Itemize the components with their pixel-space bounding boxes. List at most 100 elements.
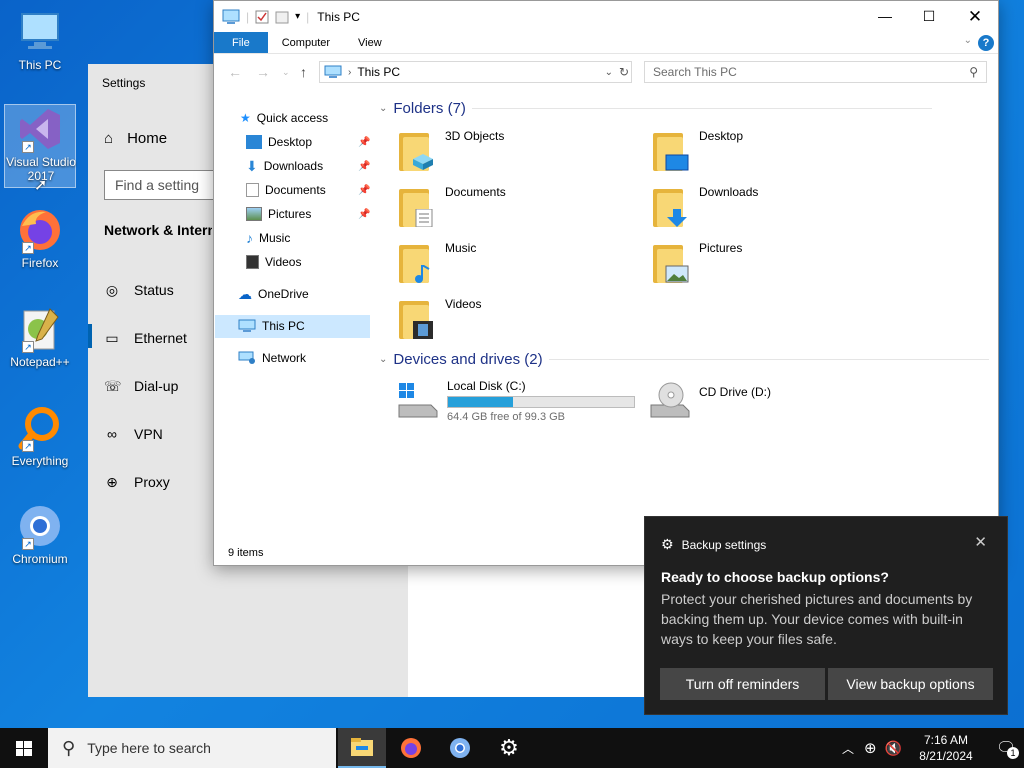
cloud-icon: ☁: [238, 285, 252, 302]
start-button[interactable]: [0, 728, 48, 768]
settings-item-vpn[interactable]: ∞ VPN: [104, 426, 163, 442]
maximize-button[interactable]: ☐: [906, 1, 952, 32]
status-bar-item-count: 9 items: [228, 547, 264, 559]
turn-off-reminders-button[interactable]: Turn off reminders: [660, 668, 825, 700]
group-header-drives[interactable]: ⌄ Devices and drives (2): [379, 351, 989, 368]
nav-item-onedrive[interactable]: ☁ OneDrive: [238, 283, 309, 305]
folder-label: Downloads: [699, 185, 759, 199]
folder-tile-music[interactable]: Music: [397, 241, 476, 285]
back-arrow-icon[interactable]: ←: [228, 64, 242, 80]
videos-folder-icon: [397, 297, 437, 341]
expand-ribbon-icon[interactable]: ⌄: [964, 35, 972, 46]
close-button[interactable]: ✕: [952, 1, 998, 32]
desktop-icon-label: Everything: [11, 454, 69, 468]
toast-close-icon[interactable]: ✕: [974, 533, 987, 551]
clock[interactable]: 7:16 AM 8/21/2024: [912, 732, 980, 764]
customize-toolbar-icon[interactable]: ▾: [295, 11, 300, 22]
pin-icon[interactable]: 📌: [358, 209, 370, 220]
forward-arrow-icon[interactable]: →: [256, 64, 270, 80]
chromium-icon: [450, 738, 470, 758]
group-header-label: Devices and drives (2): [393, 351, 543, 368]
settings-item-label: Dial-up: [134, 378, 179, 394]
pin-icon[interactable]: 📌: [358, 161, 370, 172]
globe-icon: ⊕: [106, 474, 118, 490]
dialup-icon: ☏: [104, 378, 122, 394]
drive-label: Local Disk (C:): [447, 379, 526, 393]
folder-tile-pictures[interactable]: Pictures: [651, 241, 742, 285]
tab-view[interactable]: View: [344, 32, 396, 53]
new-folder-icon[interactable]: [275, 10, 289, 24]
action-center-button[interactable]: 🗨 1: [988, 728, 1024, 768]
nav-item-videos[interactable]: Videos: [246, 251, 301, 273]
drive-free-space: 64.4 GB free of 99.3 GB: [447, 411, 566, 423]
folder-label: 3D Objects: [445, 129, 505, 143]
search-input[interactable]: Search This PC ⚲: [644, 61, 987, 83]
nav-label: OneDrive: [258, 287, 309, 301]
separator: |: [246, 9, 250, 24]
backup-notification-toast[interactable]: ⚙ Backup settings ✕ Ready to choose back…: [644, 516, 1008, 715]
nav-quick-access[interactable]: ★ Quick access: [240, 107, 328, 129]
nav-item-network[interactable]: Network: [238, 347, 306, 369]
group-header-folders[interactable]: ⌄ Folders (7): [379, 100, 932, 117]
folder-tile-downloads[interactable]: Downloads: [651, 185, 758, 229]
network-globe-icon[interactable]: ⊕: [864, 739, 877, 757]
taskbar-firefox[interactable]: [387, 728, 435, 768]
settings-item-proxy[interactable]: ⊕ Proxy: [104, 474, 170, 490]
address-bar[interactable]: › This PC ⌄ ↻: [319, 61, 632, 83]
everything-icon: ↗: [16, 404, 64, 452]
nav-item-music[interactable]: ♪ Music: [246, 227, 290, 249]
shortcut-arrow-icon: ↗: [22, 242, 34, 254]
settings-item-status[interactable]: ◎ Status: [104, 282, 174, 298]
desktop-icon-notepadpp[interactable]: ↗ Notepad++: [4, 305, 76, 369]
folder-tile-3d-objects[interactable]: 3D Objects: [397, 129, 504, 173]
drive-tile-d[interactable]: CD Drive (D:): [647, 379, 771, 419]
desktop-icon-everything[interactable]: ↗ Everything: [4, 404, 76, 468]
taskbar-chromium[interactable]: [436, 728, 484, 768]
settings-item-ethernet[interactable]: ▭ Ethernet: [104, 330, 187, 346]
up-arrow-icon[interactable]: ↑: [300, 64, 307, 80]
tab-file[interactable]: File: [214, 32, 268, 53]
folder-label: Music: [445, 241, 477, 255]
minimize-button[interactable]: —: [862, 1, 908, 32]
folder-tile-desktop[interactable]: Desktop: [651, 129, 743, 173]
documents-folder-icon: [397, 185, 437, 229]
desktop-icon-firefox[interactable]: ↗ Firefox: [4, 206, 76, 270]
folder-label: Desktop: [699, 129, 744, 143]
navigation-pane: ★ Quick access Desktop 📌 ⬇ Downloads 📌 D…: [214, 91, 374, 531]
drive-tile-c[interactable]: Local Disk (C:) 64.4 GB free of 99.3 GB: [395, 379, 635, 423]
pin-icon[interactable]: 📌: [358, 137, 370, 148]
desktop-icon-chromium[interactable]: ↗ Chromium: [4, 502, 76, 566]
nav-item-this-pc[interactable]: This PC: [238, 315, 305, 337]
drive-label: CD Drive (D:): [699, 385, 771, 399]
desktop-icon-this-pc[interactable]: This PC: [4, 8, 76, 72]
nav-label: Quick access: [256, 111, 329, 125]
view-backup-options-button[interactable]: View backup options: [828, 668, 993, 700]
folder-tile-videos[interactable]: Videos: [397, 297, 481, 341]
properties-icon[interactable]: [255, 10, 269, 24]
settings-item-dialup[interactable]: ☏ Dial-up: [104, 378, 178, 394]
folder-label: Documents: [445, 185, 506, 199]
film-icon: [246, 255, 259, 269]
window-title: This PC: [317, 9, 360, 24]
taskbar-search-box[interactable]: ⚲ Type here to search: [48, 728, 336, 768]
taskbar-settings[interactable]: ⚙: [485, 728, 533, 768]
network-icon: [238, 351, 255, 364]
help-icon[interactable]: ?: [978, 35, 994, 51]
taskbar-search-placeholder: Type here to search: [87, 740, 211, 756]
taskbar-file-explorer[interactable]: [338, 728, 386, 768]
tab-computer[interactable]: Computer: [268, 32, 344, 53]
recent-locations-icon[interactable]: ⌄: [282, 67, 290, 78]
settings-home[interactable]: ⌂ Home: [104, 130, 167, 147]
volume-muted-icon[interactable]: 🔇: [885, 740, 902, 757]
address-text: This PC: [357, 65, 401, 79]
desktop-icon-label: Notepad++: [10, 355, 70, 369]
document-icon: [246, 183, 259, 197]
folder-tile-documents[interactable]: Documents: [397, 185, 506, 229]
address-dropdown-icon[interactable]: ⌄: [605, 67, 613, 78]
visual-studio-icon: ↗: [16, 105, 64, 153]
refresh-icon[interactable]: ↻: [619, 65, 629, 79]
settings-item-label: Ethernet: [134, 330, 187, 346]
show-hidden-icons-chevron-icon[interactable]: ︿: [842, 740, 854, 757]
music-note-icon: ♪: [246, 230, 253, 246]
pin-icon[interactable]: 📌: [358, 185, 370, 196]
